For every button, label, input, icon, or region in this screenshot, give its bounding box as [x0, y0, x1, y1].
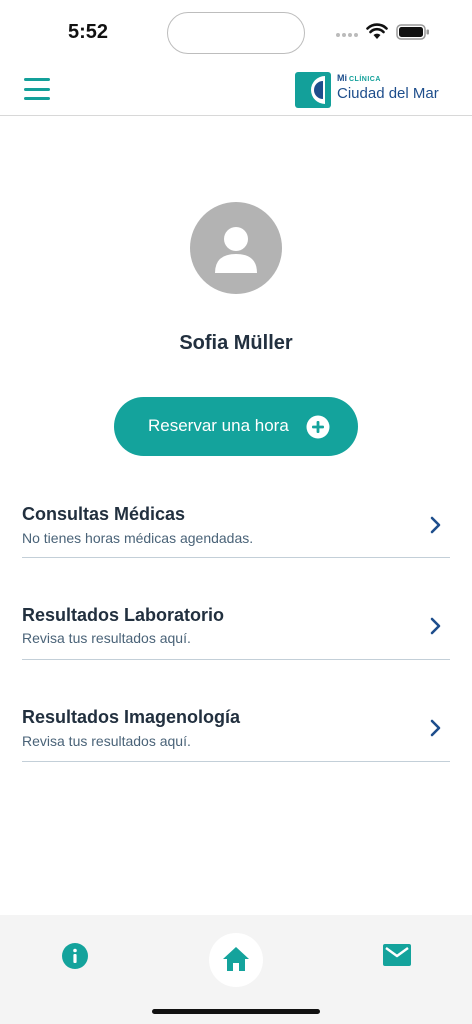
home-icon [223, 947, 249, 971]
list-item-imagenologia[interactable]: Resultados Imagenología Revisa tus resul… [22, 660, 450, 762]
clinic-logo: Mi CLÍNICA Ciudad del Mar [295, 70, 455, 110]
list-item-subtitle: No tienes horas médicas agendadas. [22, 530, 254, 546]
info-icon[interactable] [62, 943, 88, 969]
user-icon [215, 227, 257, 273]
chevron-right-icon [430, 516, 441, 534]
list-item-title: Consultas Médicas [22, 504, 186, 524]
dynamic-island [167, 12, 305, 54]
wifi-icon [366, 23, 388, 39]
user-name: Sofia Müller [179, 332, 293, 354]
menu-icon[interactable] [24, 78, 50, 100]
list-item-consultas[interactable]: Consultas Médicas No tienes horas médica… [22, 500, 450, 558]
app-header: Mi CLÍNICA Ciudad del Mar [0, 64, 472, 116]
list-item-subtitle: Revisa tus resultados aquí. [22, 630, 191, 646]
home-button[interactable] [209, 933, 263, 987]
list-item-subtitle: Revisa tus resultados aquí. [22, 733, 191, 749]
plus-circle-icon [306, 415, 330, 439]
home-indicator [152, 1009, 320, 1014]
avatar [190, 202, 282, 294]
list-item-laboratorio[interactable]: Resultados Laboratorio Revisa tus result… [22, 558, 450, 660]
list-item-title: Resultados Imagenología [22, 707, 241, 727]
battery-icon [396, 24, 429, 40]
status-time: 5:52 [68, 21, 109, 43]
logo-mi: Mi CLÍNICA [337, 73, 381, 83]
reserve-appointment-button[interactable]: Reservar una hora [114, 397, 358, 456]
mail-icon[interactable] [383, 944, 411, 966]
chevron-right-icon [430, 719, 441, 737]
logo-mark-icon [295, 72, 331, 108]
list-item-title: Resultados Laboratorio [22, 605, 225, 625]
menu-list: Consultas Médicas No tienes horas médica… [22, 500, 450, 762]
chevron-right-icon [430, 617, 441, 635]
cellular-signal-icon [336, 33, 358, 37]
logo-name: Ciudad del Mar [337, 85, 439, 102]
bottom-nav [0, 915, 472, 1024]
app-screen: 5:52 Mi CLÍNICA Ciudad del Mar Sofia Mül… [0, 0, 472, 1024]
reserve-button-label: Reservar una hora [148, 416, 289, 435]
status-bar: 5:52 [0, 0, 472, 64]
